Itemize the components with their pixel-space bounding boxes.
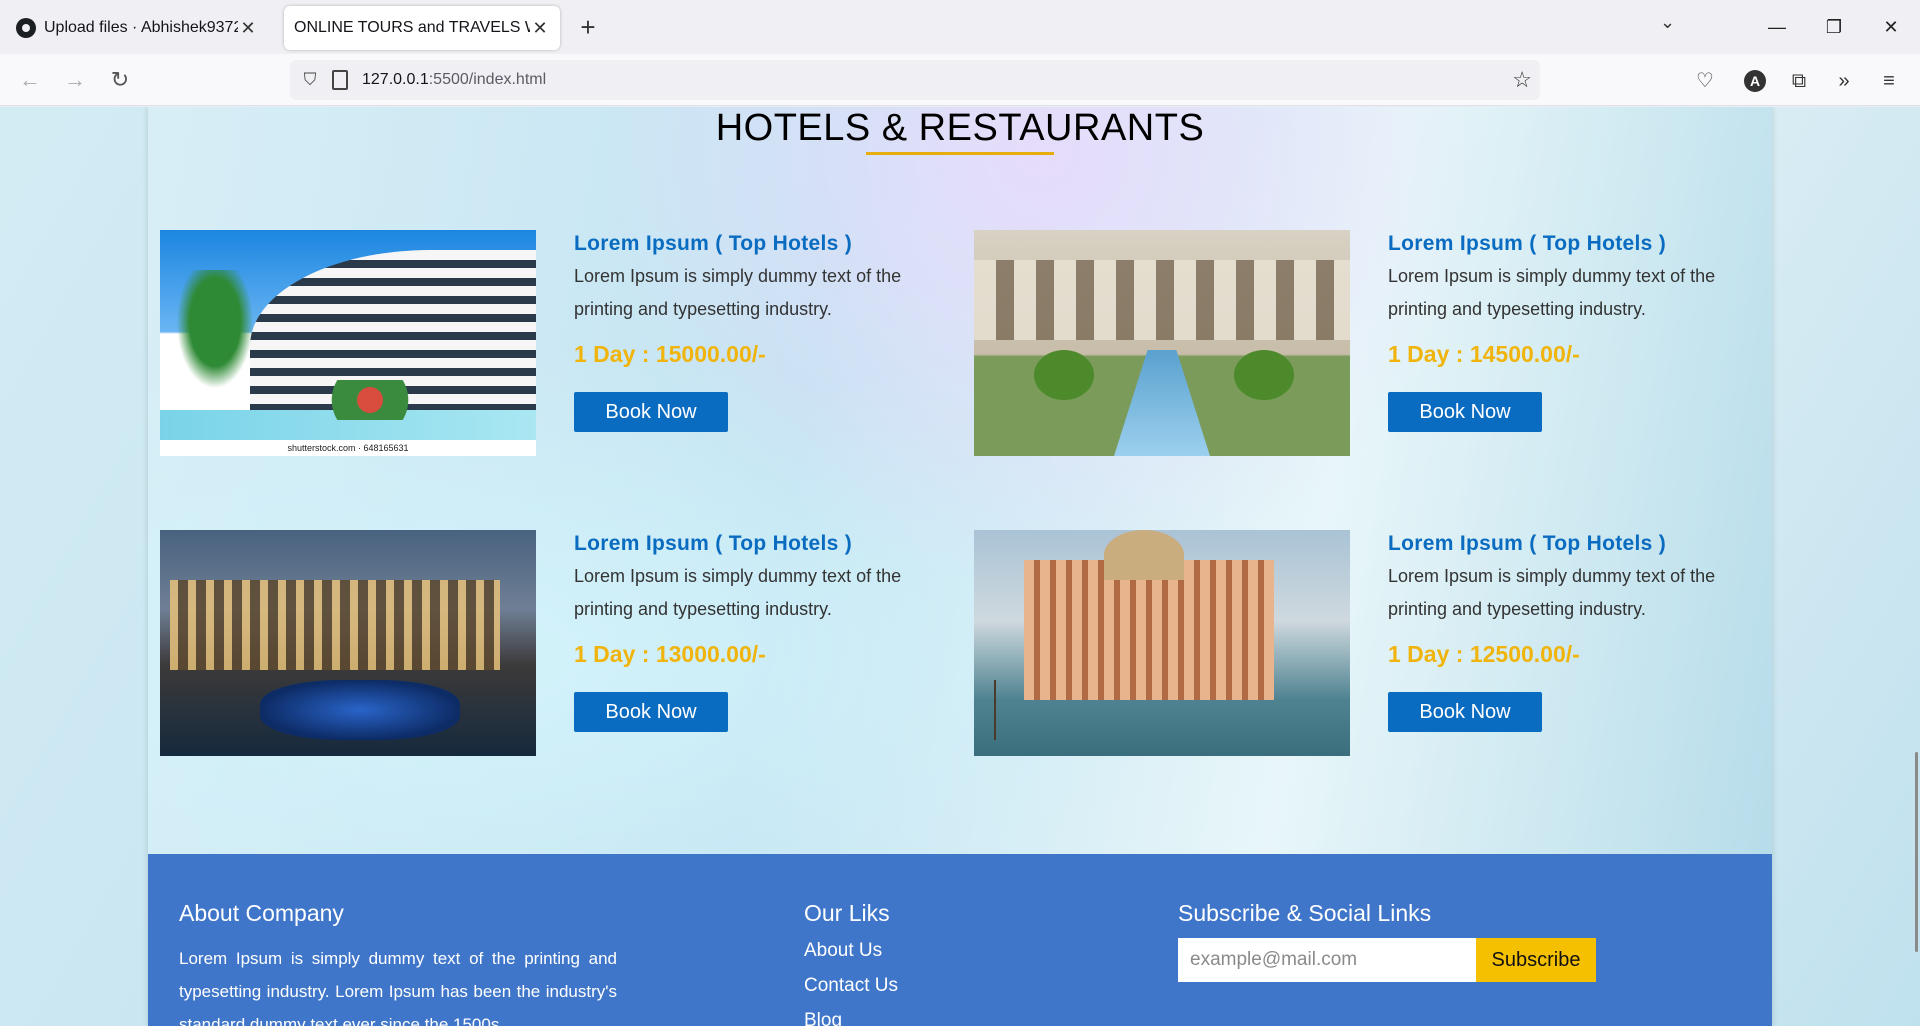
url-text[interactable]: 127.0.0.1:5500/index.html <box>362 71 546 89</box>
url-host: 127.0.0.1 <box>362 71 429 88</box>
hotel-card: Lorem Ipsum ( Top Hotels ) Lorem Ipsum i… <box>974 530 1774 756</box>
hotel-price: 1 Day : 14500.00/- <box>1388 341 1580 367</box>
new-tab-plus-icon[interactable]: + <box>574 12 602 42</box>
account-icon[interactable]: A <box>1744 70 1766 92</box>
title-underline <box>866 152 1054 155</box>
subscribe-heading: Subscribe & Social Links <box>1178 900 1432 926</box>
menu-icon[interactable]: ≡ <box>1876 68 1902 94</box>
email-input[interactable] <box>1178 938 1476 982</box>
chevron-down-icon[interactable]: ⌄ <box>1660 12 1675 33</box>
back-arrow-icon[interactable]: ← <box>14 64 46 96</box>
page-scrollbar[interactable] <box>1914 107 1918 1026</box>
pocket-icon[interactable]: ♡ <box>1692 68 1718 94</box>
tab-tours-website[interactable]: ONLINE TOURS and TRAVELS WEBS ✕ <box>284 6 560 50</box>
hotel-card: shutterstock.com · 648165631 Lorem Ipsum… <box>160 230 960 456</box>
site-footer: About Company Lorem Ipsum is simply dumm… <box>148 854 1772 1026</box>
browser-nav-bar: ← → ↻ ⛉ 127.0.0.1:5500/index.html ☆ ♡ A … <box>0 54 1920 106</box>
hotel-image: shutterstock.com · 648165631 <box>160 230 536 456</box>
browser-tab-bar: Upload files · Abhishek9372/on ✕ ONLINE … <box>0 0 1920 54</box>
hotel-name: Lorem Ipsum ( Top Hotels ) <box>574 232 853 255</box>
scrollbar-thumb[interactable] <box>1915 752 1918 952</box>
forward-arrow-icon[interactable]: → <box>59 64 91 96</box>
hotel-description: Lorem Ipsum is simply dummy text of the … <box>1388 566 1716 619</box>
image-credit: shutterstock.com · 648165631 <box>160 440 536 456</box>
extensions-icon[interactable]: ⧉ <box>1786 68 1812 94</box>
book-now-button[interactable]: Book Now <box>574 692 728 732</box>
hotel-image <box>974 230 1350 456</box>
restore-icon[interactable]: ❐ <box>1819 12 1849 42</box>
close-icon[interactable]: ✕ <box>238 18 258 39</box>
page-viewport: HOTELS & RESTAURANTS shutterstock.com · … <box>0 107 1920 1026</box>
bookmark-star-icon[interactable]: ☆ <box>1512 68 1532 92</box>
address-bar[interactable]: ⛉ 127.0.0.1:5500/index.html ☆ <box>290 60 1540 100</box>
hotel-image <box>974 530 1350 756</box>
page-container: HOTELS & RESTAURANTS shutterstock.com · … <box>148 107 1772 1026</box>
hotel-card: Lorem Ipsum ( Top Hotels ) Lorem Ipsum i… <box>974 230 1774 456</box>
book-now-button[interactable]: Book Now <box>574 392 728 432</box>
hotel-price: 1 Day : 12500.00/- <box>1388 641 1580 667</box>
tab-title: ONLINE TOURS and TRAVELS WEBS <box>294 19 530 36</box>
our-links-heading: Our Liks <box>804 900 890 926</box>
footer-link-blog[interactable]: Blog <box>804 1010 898 1026</box>
hotel-name: Lorem Ipsum ( Top Hotels ) <box>1388 232 1667 255</box>
close-window-icon[interactable]: ✕ <box>1876 12 1906 42</box>
book-now-button[interactable]: Book Now <box>1388 392 1542 432</box>
hotel-price: 1 Day : 15000.00/- <box>574 341 766 367</box>
hotel-price: 1 Day : 13000.00/- <box>574 641 766 667</box>
minimize-icon[interactable]: — <box>1762 12 1792 42</box>
page-icon <box>332 70 348 90</box>
shield-icon[interactable]: ⛉ <box>300 70 320 90</box>
overflow-chevrons-icon[interactable]: » <box>1831 68 1857 94</box>
tab-title: Upload files · Abhishek9372/on <box>44 19 238 36</box>
hotel-description: Lorem Ipsum is simply dummy text of the … <box>574 566 902 619</box>
subscribe-button[interactable]: Subscribe <box>1476 938 1596 982</box>
tab-github-upload[interactable]: Upload files · Abhishek9372/on ✕ <box>6 6 268 50</box>
about-company-text: Lorem Ipsum is simply dummy text of the … <box>179 949 617 1026</box>
footer-links: About Us Contact Us Blog <box>804 940 898 1026</box>
hotel-name: Lorem Ipsum ( Top Hotels ) <box>574 532 853 555</box>
hotel-name: Lorem Ipsum ( Top Hotels ) <box>1388 532 1667 555</box>
hotel-card: Lorem Ipsum ( Top Hotels ) Lorem Ipsum i… <box>160 530 960 756</box>
url-path: :5500/index.html <box>428 71 547 88</box>
about-company-heading: About Company <box>179 900 344 926</box>
reload-icon[interactable]: ↻ <box>104 64 136 96</box>
hotel-description: Lorem Ipsum is simply dummy text of the … <box>1388 266 1716 319</box>
footer-link-contact-us[interactable]: Contact Us <box>804 975 898 1010</box>
close-icon[interactable]: ✕ <box>530 18 550 39</box>
footer-link-about-us[interactable]: About Us <box>804 940 898 975</box>
github-icon <box>16 18 36 38</box>
section-title: HOTELS & RESTAURANTS <box>715 107 1205 149</box>
hotel-description: Lorem Ipsum is simply dummy text of the … <box>574 266 902 319</box>
book-now-button[interactable]: Book Now <box>1388 692 1542 732</box>
hotel-image <box>160 530 536 756</box>
